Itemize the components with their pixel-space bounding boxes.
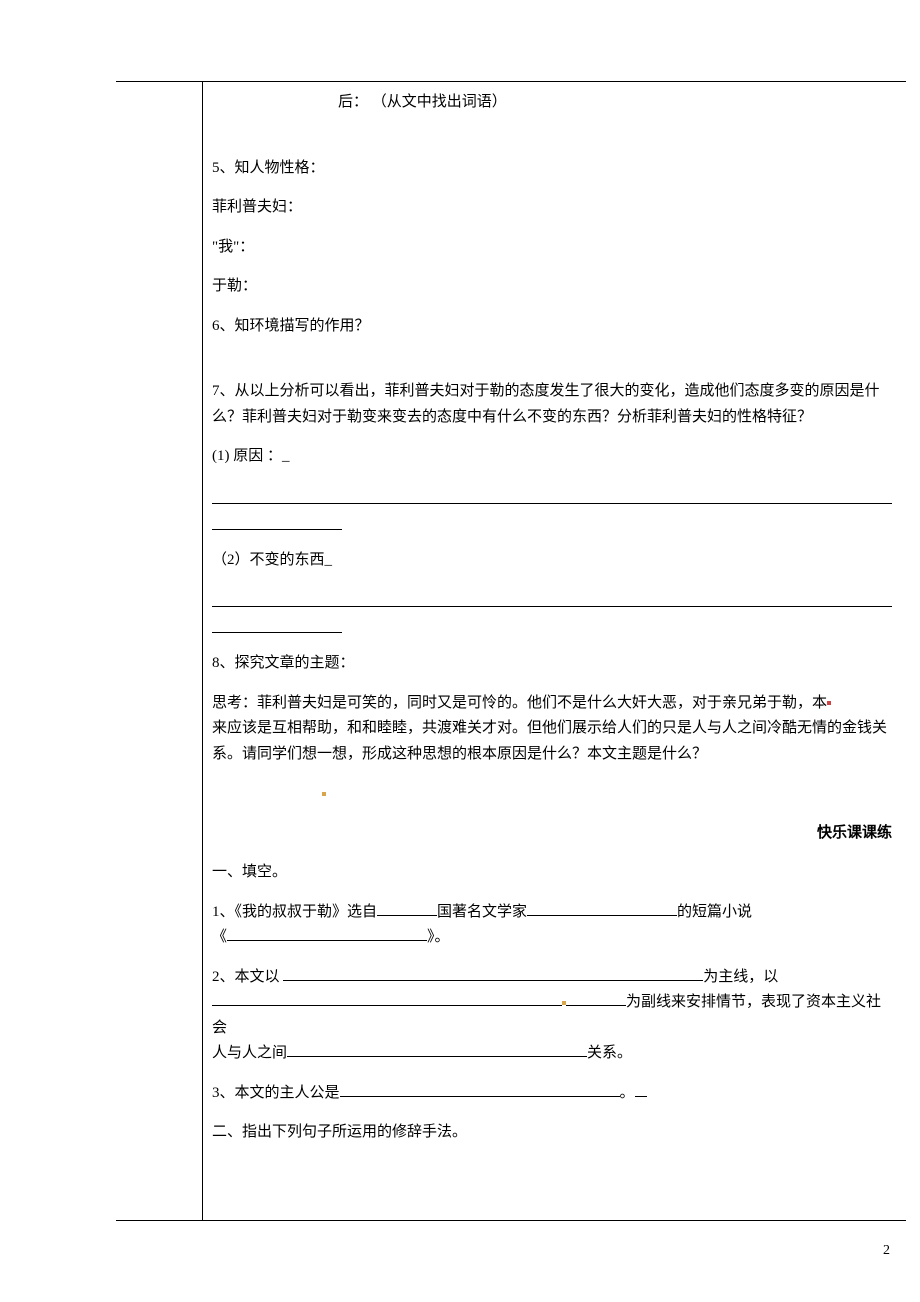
sec1-q3-a: 3、本文的主人公是	[212, 1085, 340, 1101]
left-vertical-rule	[202, 81, 203, 1220]
bottom-rule	[116, 1220, 906, 1221]
sec2-title: 二、指出下列句子所运用的修辞手法。	[212, 1120, 892, 1146]
marker-row	[212, 781, 892, 807]
sec1-q2-d: 人与人之间	[212, 1045, 287, 1061]
sec1-q1-a: 1、《我的叔叔于勒》选自	[212, 904, 377, 920]
sec1-title: 一、填空。	[212, 860, 892, 886]
sec1-q2: 2、本文以 为主线，以 为副线来安排情节，表现了资本主义社会 人与人之间关系。	[212, 965, 892, 1067]
q8-body-line1: 思考：菲利普夫妇是可笑的，同时又是可怜的。他们不是什么大奸大恶，对于亲兄弟于勒，…	[212, 691, 892, 717]
blank	[283, 966, 703, 981]
blank	[227, 926, 427, 941]
blank	[566, 991, 626, 1006]
line-hou: 后： （从文中找出词语）	[212, 90, 892, 116]
answer-line-short	[212, 510, 342, 530]
sec1-q2-b: 为主线，以	[703, 969, 778, 985]
q5-yule: 于勒：	[212, 274, 892, 300]
blank-tail	[635, 1096, 647, 1097]
sec1-q2-e: 关系。	[587, 1045, 632, 1061]
answer-line-short	[212, 613, 342, 633]
q5-me: "我"：	[212, 235, 892, 261]
answer-line	[212, 484, 892, 504]
sec1-q3: 3、本文的主人公是 。	[212, 1081, 892, 1107]
answer-line	[212, 587, 892, 607]
sec1-q1-e: 》。	[427, 929, 450, 945]
q5-title: 5、知人物性格：	[212, 156, 892, 182]
sec1-q3-b: 。	[620, 1085, 635, 1101]
top-rule	[116, 81, 906, 82]
q8-body-text: 思考：菲利普夫妇是可笑的，同时又是可怜的。他们不是什么大奸大恶，对于亲兄弟于勒，…	[212, 695, 827, 711]
q6: 6、知环境描写的作用？	[212, 314, 892, 340]
blank	[212, 991, 562, 1006]
q8-title: 8、探究文章的主题：	[212, 651, 892, 677]
red-marker-icon	[827, 701, 831, 705]
q5-philip: 菲利普夫妇：	[212, 195, 892, 221]
blank	[287, 1042, 587, 1057]
q7-sub1: (1) 原因 ：_	[212, 444, 892, 470]
sec1-q1-b: 国著名文学家	[437, 904, 527, 920]
sec1-q2-a: 2、本文以	[212, 969, 280, 985]
orange-marker-icon	[322, 792, 326, 796]
q7: 7、从以上分析可以看出，菲利普夫妇对于勒的态度发生了很大的变化，造成他们态度多变…	[212, 379, 892, 430]
document-body: 后： （从文中找出词语） 5、知人物性格： 菲利普夫妇： "我"： 于勒： 6、…	[212, 90, 892, 1160]
section-heading: 快乐课课练	[212, 821, 892, 847]
q7-sub2: （2）不变的东西_	[212, 548, 892, 574]
blank	[527, 901, 677, 916]
q8-body-rest: 来应该是互相帮助，和和睦睦，共渡难关才对。但他们展示给人们的只是人与人之间冷酷无…	[212, 716, 892, 767]
blank	[340, 1082, 620, 1097]
blank	[377, 901, 437, 916]
sec1-q1-c: 的短篇小说	[677, 904, 752, 920]
page-number: 2	[883, 1243, 890, 1259]
sec1-q1: 1、《我的叔叔于勒》选自 国著名文学家 的短篇小说 《 》。	[212, 900, 892, 951]
sec1-q1-d: 《	[212, 929, 227, 945]
